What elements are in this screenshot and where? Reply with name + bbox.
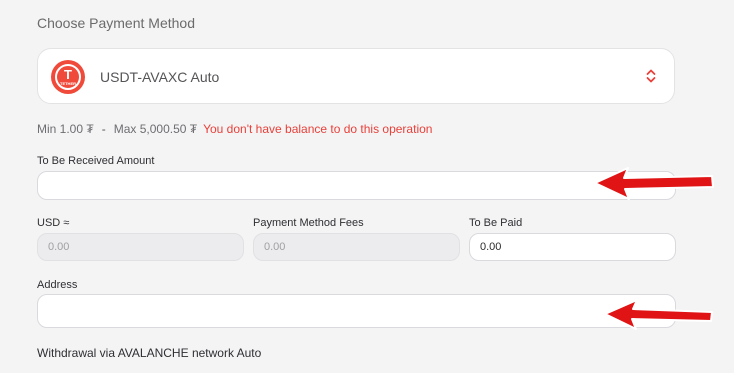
limit-separator: - <box>101 122 106 136</box>
payment-method-select[interactable]: T TETHER USDT-AVAXC Auto <box>37 48 675 104</box>
received-amount-input[interactable] <box>37 171 676 200</box>
address-input[interactable] <box>37 294 676 328</box>
annotation-arrow-icon <box>594 167 714 200</box>
fees-label: Payment Method Fees <box>253 217 364 229</box>
fees-input <box>253 233 460 261</box>
annotation-arrow-icon <box>604 299 713 330</box>
payment-method-label: USDT-AVAXC Auto <box>100 69 220 85</box>
section-title: Choose Payment Method <box>37 15 195 31</box>
usd-label: USD ≈ <box>37 217 70 229</box>
to-be-paid-input[interactable] <box>469 233 676 261</box>
min-limit: Min 1.00 ₮ <box>37 122 94 136</box>
balance-warning: You don't have balance to do this operat… <box>203 122 433 136</box>
tether-logo-caption: TETHER <box>60 80 76 86</box>
to-be-paid-label: To Be Paid <box>469 217 523 229</box>
tether-logo-letter: T <box>64 66 72 82</box>
usd-input <box>37 233 244 261</box>
limits-row: Min 1.00 ₮ - Max 5,000.50 ₮ You don't have … <box>37 122 432 136</box>
max-limit: Max 5,000.50 ₮ <box>113 122 198 136</box>
received-amount-label: To Be Received Amount <box>37 155 155 167</box>
network-note: Withdrawal via AVALANCHE network Auto <box>37 346 262 360</box>
chevron-up-down-icon <box>646 69 656 83</box>
address-label: Address <box>37 279 78 291</box>
tether-icon: T TETHER <box>51 60 85 94</box>
